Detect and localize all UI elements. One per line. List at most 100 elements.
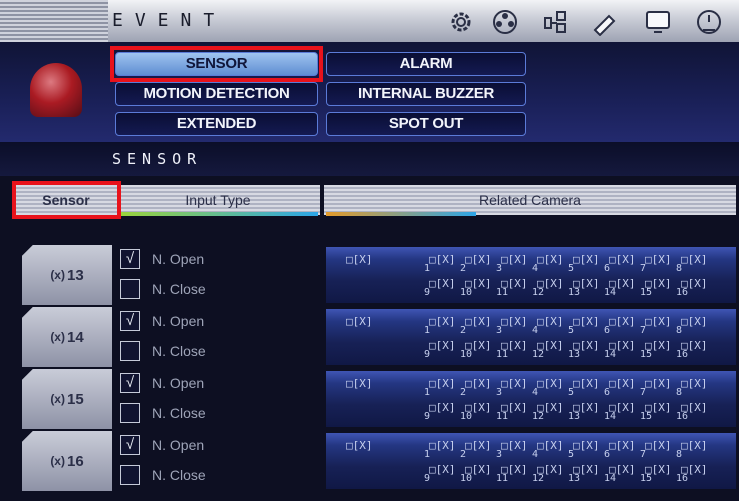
camera-toggle[interactable]: □[X] 15 [640, 277, 672, 299]
monitor-icon[interactable] [643, 8, 673, 36]
shutdown-icon[interactable] [694, 8, 724, 36]
camera-toggle[interactable]: □[X] 1 [424, 439, 456, 461]
camera-toggle[interactable]: □[X] 11 [496, 339, 528, 361]
camera-toggle[interactable]: □[X] 2 [460, 315, 492, 337]
camera-toggle[interactable]: □[X] 4 [532, 253, 564, 275]
camera-toggle[interactable]: □[X] 7 [640, 377, 672, 399]
camera-toggle[interactable]: □[X] 7 [640, 315, 672, 337]
camera-toggle[interactable]: □[X] 4 [532, 439, 564, 461]
checkbox[interactable] [120, 403, 140, 423]
camera-toggle[interactable]: □[X] 3 [496, 377, 528, 399]
camera-toggle[interactable]: □[X] 10 [460, 463, 492, 485]
camera-toggle[interactable]: □[X] 16 [676, 277, 708, 299]
normal-close-option[interactable]: N. Close [120, 277, 206, 301]
normal-open-option[interactable]: √ N. Open [120, 433, 204, 457]
checkbox[interactable] [120, 465, 140, 485]
camera-toggle[interactable]: □[X] 16 [676, 463, 708, 485]
camera-toggle[interactable]: □[X] 8 [676, 253, 708, 275]
normal-close-option[interactable]: N. Close [120, 463, 206, 487]
camera-toggle[interactable]: □[X] 5 [568, 315, 600, 337]
camera-toggle[interactable]: □[X] 2 [460, 253, 492, 275]
camera-toggle[interactable]: □[X] 8 [676, 439, 708, 461]
camera-toggle[interactable]: □[X] 12 [532, 401, 564, 423]
camera-select-all-toggle[interactable]: □[X] [346, 439, 373, 452]
camera-toggle[interactable]: □[X] 10 [460, 339, 492, 361]
checkbox[interactable]: √ [120, 373, 140, 393]
checkbox[interactable]: √ [120, 249, 140, 269]
camera-toggle[interactable]: □[X] 14 [604, 401, 636, 423]
camera-toggle[interactable]: □[X] 13 [568, 401, 600, 423]
camera-toggle[interactable]: □[X] 13 [568, 277, 600, 299]
normal-close-option[interactable]: N. Close [120, 339, 206, 363]
sensor-number-tab[interactable]: (x) 16 [22, 431, 112, 491]
camera-toggle[interactable]: □[X] 10 [460, 277, 492, 299]
camera-toggle[interactable]: □[X] 4 [532, 377, 564, 399]
camera-toggle[interactable]: □[X] 5 [568, 253, 600, 275]
camera-toggle[interactable]: □[X] 11 [496, 463, 528, 485]
camera-toggle[interactable]: □[X] 12 [532, 277, 564, 299]
menu-alarm-button[interactable]: ALARM [326, 52, 526, 76]
camera-toggle[interactable]: □[X] 1 [424, 315, 456, 337]
camera-toggle[interactable]: □[X] 1 [424, 253, 456, 275]
camera-toggle[interactable]: □[X] 13 [568, 339, 600, 361]
camera-toggle[interactable]: □[X] 9 [424, 339, 456, 361]
camera-toggle[interactable]: □[X] 11 [496, 401, 528, 423]
camera-toggle[interactable]: □[X] 16 [676, 401, 708, 423]
normal-open-option[interactable]: √ N. Open [120, 309, 204, 333]
camera-toggle[interactable]: □[X] 1 [424, 377, 456, 399]
camera-toggle[interactable]: □[X] 5 [568, 377, 600, 399]
camera-toggle[interactable]: □[X] 9 [424, 401, 456, 423]
checkbox[interactable] [120, 341, 140, 361]
menu-extended-button[interactable]: EXTENDED [115, 112, 318, 136]
camera-toggle[interactable]: □[X] 14 [604, 463, 636, 485]
camera-toggle[interactable]: □[X] 9 [424, 277, 456, 299]
camera-toggle[interactable]: □[X] 9 [424, 463, 456, 485]
camera-toggle[interactable]: □[X] 2 [460, 439, 492, 461]
menu-internal-buzzer-button[interactable]: INTERNAL BUZZER [326, 82, 526, 106]
camera-toggle[interactable]: □[X] 7 [640, 253, 672, 275]
checkbox[interactable]: √ [120, 435, 140, 455]
sensor-number-tab[interactable]: (x) 13 [22, 245, 112, 305]
checkbox[interactable]: √ [120, 311, 140, 331]
gear-icon[interactable] [446, 8, 476, 36]
camera-select-all-toggle[interactable]: □[X] [346, 377, 373, 390]
camera-toggle[interactable]: □[X] 15 [640, 463, 672, 485]
camera-toggle[interactable]: □[X] 14 [604, 339, 636, 361]
network-icon[interactable] [540, 8, 570, 36]
camera-toggle[interactable]: □[X] 3 [496, 315, 528, 337]
camera-toggle[interactable]: □[X] 16 [676, 339, 708, 361]
checkbox[interactable] [120, 279, 140, 299]
sensor-number-tab[interactable]: (x) 15 [22, 369, 112, 429]
camera-reel-icon[interactable] [490, 8, 520, 36]
camera-toggle[interactable]: □[X] 3 [496, 253, 528, 275]
camera-toggle[interactable]: □[X] 11 [496, 277, 528, 299]
camera-toggle[interactable]: □[X] 12 [532, 463, 564, 485]
normal-open-option[interactable]: √ N. Open [120, 247, 204, 271]
camera-toggle[interactable]: □[X] 3 [496, 439, 528, 461]
camera-toggle[interactable]: □[X] 6 [604, 253, 636, 275]
camera-select-all-toggle[interactable]: □[X] [346, 253, 373, 266]
camera-toggle[interactable]: □[X] 13 [568, 463, 600, 485]
camera-toggle[interactable]: □[X] 7 [640, 439, 672, 461]
column-header-related-camera[interactable]: Related Camera [324, 185, 736, 215]
camera-toggle[interactable]: □[X] 6 [604, 439, 636, 461]
camera-toggle[interactable]: □[X] 6 [604, 377, 636, 399]
camera-toggle[interactable]: □[X] 15 [640, 339, 672, 361]
menu-motion-detection-button[interactable]: MOTION DETECTION [115, 82, 318, 106]
normal-close-option[interactable]: N. Close [120, 401, 206, 425]
camera-toggle[interactable]: □[X] 14 [604, 277, 636, 299]
camera-toggle[interactable]: □[X] 4 [532, 315, 564, 337]
camera-toggle[interactable]: □[X] 8 [676, 377, 708, 399]
column-header-input-type[interactable]: Input Type [116, 185, 320, 215]
pen-icon[interactable] [590, 8, 620, 36]
camera-toggle[interactable]: □[X] 5 [568, 439, 600, 461]
camera-toggle[interactable]: □[X] 6 [604, 315, 636, 337]
camera-toggle[interactable]: □[X] 12 [532, 339, 564, 361]
camera-select-all-toggle[interactable]: □[X] [346, 315, 373, 328]
menu-spot-out-button[interactable]: SPOT OUT [326, 112, 526, 136]
camera-toggle[interactable]: □[X] 15 [640, 401, 672, 423]
camera-toggle[interactable]: □[X] 10 [460, 401, 492, 423]
camera-toggle[interactable]: □[X] 2 [460, 377, 492, 399]
camera-toggle[interactable]: □[X] 8 [676, 315, 708, 337]
normal-open-option[interactable]: √ N. Open [120, 371, 204, 395]
